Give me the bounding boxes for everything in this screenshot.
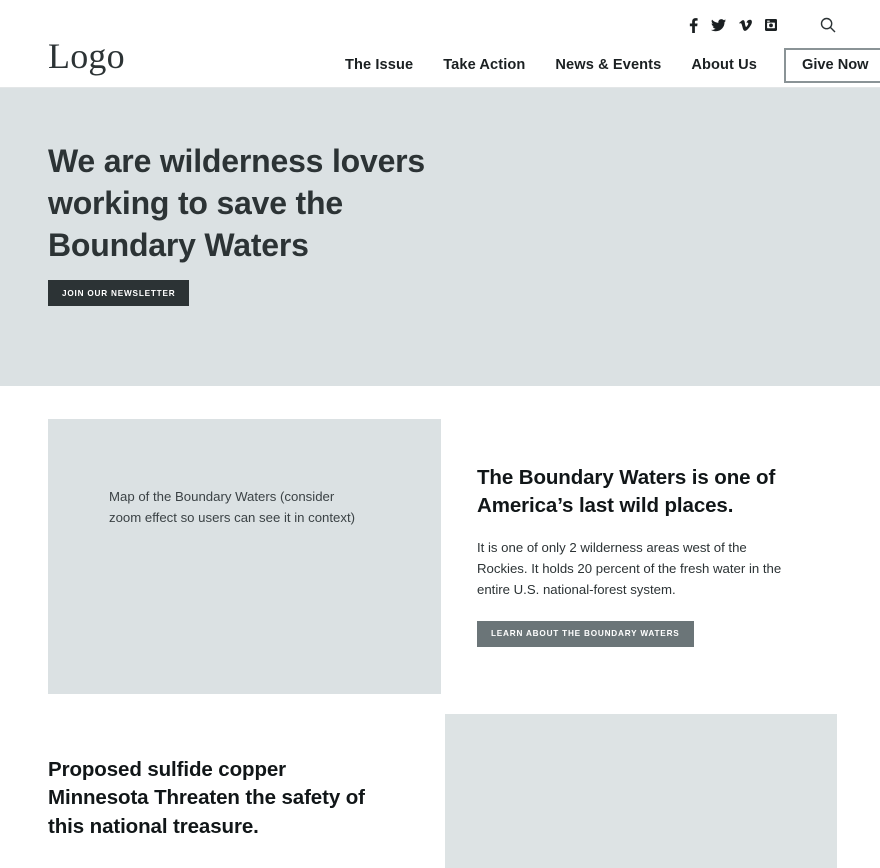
primary-navigation: The Issue Take Action News & Events Abou… [330,48,880,83]
nav-item-about-us[interactable]: About Us [676,57,772,73]
map-placeholder-text: Map of the Boundary Waters (consider zoo… [109,489,356,526]
search-icon[interactable] [820,17,836,33]
give-now-button[interactable]: Give Now [784,48,880,83]
hero-section: We are wilderness lovers working to save… [0,88,880,386]
social-links [689,17,836,33]
threat-copy: Proposed sulfide copper Minnesota Threat… [48,756,388,858]
threat-section: Proposed sulfide copper Minnesota Threat… [0,706,880,868]
site-header: Logo The Issue Take Action News & Events… [0,0,880,88]
boundary-waters-section: Map of the Boundary Waters (consider zoo… [0,386,880,706]
map-placeholder[interactable]: Map of the Boundary Waters (consider zoo… [48,419,441,694]
site-logo[interactable]: Logo [48,38,125,74]
boundary-waters-title: The Boundary Waters is one of America’s … [477,466,776,518]
nav-item-the-issue[interactable]: The Issue [330,57,428,73]
nav-item-news-events[interactable]: News & Events [540,57,676,73]
instagram-icon[interactable] [765,19,777,31]
threat-image-placeholder[interactable] [445,714,837,868]
threat-title: Proposed sulfide copper Minnesota Threat… [48,758,365,838]
hero-title: We are wilderness lovers working to save… [48,143,426,264]
nav-item-take-action[interactable]: Take Action [428,57,540,73]
boundary-waters-body: It is one of only 2 wilderness areas wes… [477,539,782,598]
vimeo-icon[interactable] [739,19,752,32]
boundary-waters-copy: The Boundary Waters is one of America’s … [477,464,797,647]
twitter-icon[interactable] [711,18,726,32]
learn-about-boundary-waters-button[interactable]: Learn About the Boundary Waters [477,620,694,647]
join-newsletter-button[interactable]: Join Our Newsletter [48,280,190,306]
facebook-icon[interactable] [689,17,698,33]
